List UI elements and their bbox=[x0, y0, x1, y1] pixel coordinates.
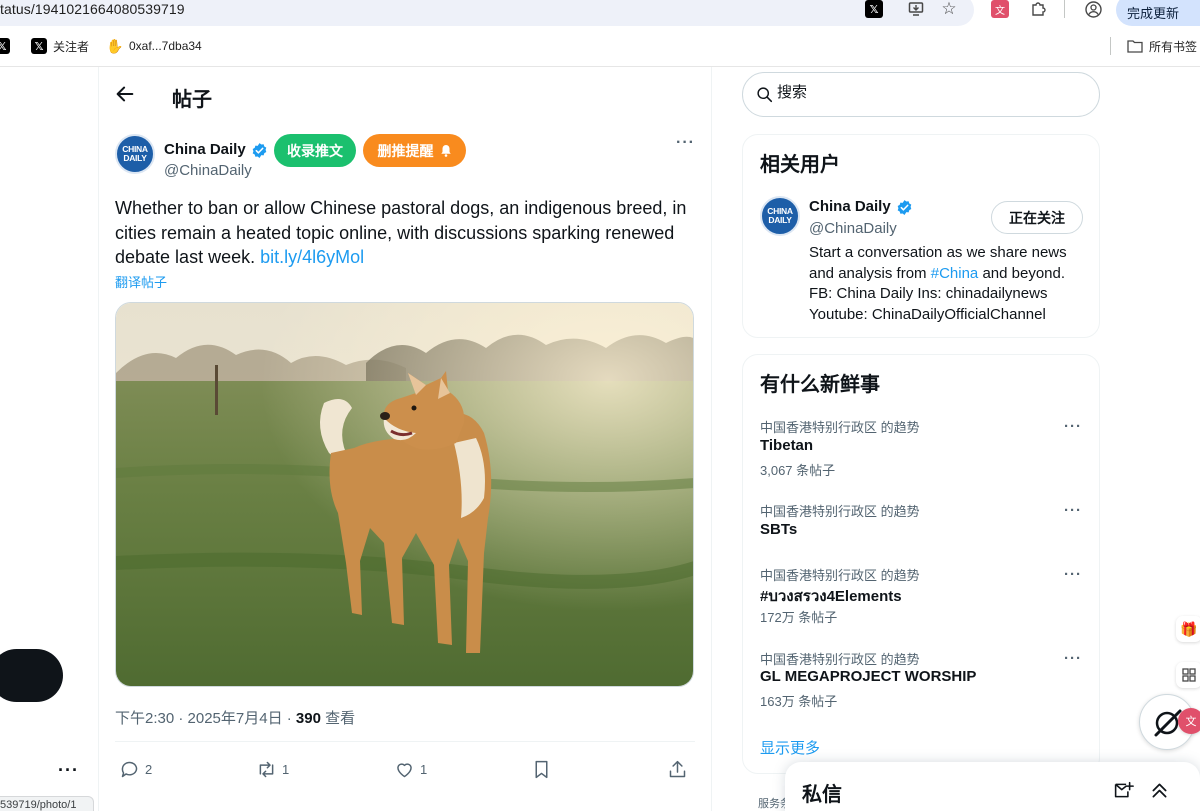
trend-count: 172万 条帖子 bbox=[760, 610, 838, 625]
reply-count: 2 bbox=[145, 761, 153, 777]
chrome-divider bbox=[0, 66, 1200, 67]
author-name[interactable]: China Daily bbox=[164, 141, 246, 158]
trend-more-icon[interactable]: ··· bbox=[1064, 566, 1082, 583]
x-logo-icon: 𝕏 bbox=[0, 38, 10, 54]
apps-grid-icon[interactable] bbox=[1176, 662, 1200, 688]
column-divider-left bbox=[98, 67, 99, 811]
bookmark-item-wallet[interactable]: ✋ 0xaf...7dba34 bbox=[106, 37, 202, 55]
bookmark-label: 关注者 bbox=[53, 39, 90, 54]
bell-icon bbox=[440, 145, 451, 157]
extensions-puzzle-icon[interactable] bbox=[1029, 0, 1047, 18]
bookmark-item-followers[interactable]: 𝕏 关注者 bbox=[31, 37, 89, 55]
browser-toolbar: tatus/1941021664080539719 𝕏 ☆ 文 完成更新 bbox=[0, 0, 1200, 32]
reply-icon bbox=[121, 761, 138, 777]
delete-reminder-button[interactable]: 删推提醒 bbox=[363, 134, 466, 167]
reply-button[interactable]: 2 bbox=[119, 758, 152, 780]
views-label: 查看 bbox=[320, 710, 356, 727]
tweet-meta: 下午2:30 · 2025年7月4日 · 390 查看 bbox=[115, 707, 355, 728]
collect-tweet-button[interactable]: 收录推文 bbox=[274, 134, 356, 167]
bookmark-button[interactable] bbox=[531, 758, 557, 780]
meta-divider bbox=[115, 741, 695, 742]
search-icon bbox=[757, 87, 773, 103]
trend-name[interactable]: Tibetan bbox=[760, 437, 813, 454]
verified-badge-icon bbox=[252, 143, 267, 158]
show-more-link[interactable]: 显示更多 bbox=[760, 737, 820, 758]
related-users-title: 相关用户 bbox=[760, 154, 840, 176]
verified-badge-icon bbox=[897, 200, 912, 215]
trend-more-icon[interactable]: ··· bbox=[1064, 650, 1082, 667]
bookmarks-divider bbox=[1110, 37, 1111, 55]
trend-name[interactable]: #บวงสรวง4Elements bbox=[760, 584, 902, 608]
avatar[interactable]: CHINA DAILY bbox=[115, 134, 155, 174]
like-count: 1 bbox=[420, 761, 428, 777]
link-status-bar: 539719/photo/1 bbox=[0, 796, 94, 811]
tweet-link[interactable]: bit.ly/4l6yMol bbox=[260, 247, 364, 267]
related-user-name[interactable]: China Daily bbox=[809, 198, 891, 215]
like-button[interactable]: 1 bbox=[394, 758, 427, 780]
related-user-bio: Start a conversation as we share news an… bbox=[809, 244, 1067, 323]
translate-float-icon[interactable]: 文 bbox=[1178, 708, 1200, 734]
page-title: 帖子 bbox=[172, 89, 212, 111]
profile-icon[interactable] bbox=[1084, 0, 1102, 18]
expand-chevron-icon[interactable] bbox=[1149, 780, 1170, 801]
tweet-timestamp[interactable]: 下午2:30 · 2025年7月4日 · bbox=[115, 710, 296, 727]
x-logo-icon: 𝕏 bbox=[31, 38, 47, 54]
share-button[interactable] bbox=[667, 758, 693, 780]
trend-more-icon[interactable]: ··· bbox=[1064, 502, 1082, 519]
trends-title: 有什么新鲜事 bbox=[760, 374, 880, 396]
messages-drawer[interactable] bbox=[785, 762, 1200, 811]
author-handle[interactable]: @ChinaDaily bbox=[164, 162, 252, 179]
gift-icon[interactable]: 🎁 bbox=[1176, 616, 1200, 642]
retweet-button[interactable]: 1 bbox=[256, 758, 289, 780]
tweet-more-icon[interactable]: ··· bbox=[676, 134, 695, 152]
bookmarks-bar: 𝕏 𝕏 关注者 ✋ 0xaf...7dba34 所有书签 bbox=[0, 32, 1200, 62]
trend-count: 163万 条帖子 bbox=[760, 694, 838, 709]
trend-context: 中国香港特别行政区 的趋势 bbox=[760, 420, 920, 435]
new-message-icon[interactable] bbox=[1113, 780, 1134, 801]
share-icon bbox=[669, 760, 686, 777]
retweet-icon bbox=[259, 761, 274, 777]
retweet-count: 1 bbox=[282, 761, 290, 777]
trend-name[interactable]: SBTs bbox=[760, 521, 797, 538]
hand-icon: ✋ bbox=[106, 37, 124, 54]
avatar[interactable]: CHINA DAILY bbox=[760, 196, 800, 236]
trend-context: 中国香港特别行政区 的趋势 bbox=[760, 652, 920, 667]
back-arrow-icon[interactable] bbox=[114, 83, 136, 105]
star-bookmark-icon[interactable]: ☆ bbox=[940, 0, 958, 18]
translate-extension-icon[interactable]: 文 bbox=[991, 0, 1009, 18]
tweet-text: Whether to ban or allow Chinese pastoral… bbox=[115, 198, 687, 267]
tweet-photo[interactable] bbox=[115, 302, 694, 687]
toolbar-divider bbox=[1064, 0, 1065, 18]
all-bookmarks-label: 所有书签 bbox=[1149, 39, 1198, 54]
address-bar-url[interactable]: tatus/1941021664080539719 bbox=[0, 1, 185, 17]
update-button[interactable]: 完成更新 bbox=[1116, 0, 1200, 26]
messages-title: 私信 bbox=[802, 784, 842, 806]
trend-context: 中国香港特别行政区 的趋势 bbox=[760, 568, 920, 583]
account-more-icon[interactable]: ··· bbox=[58, 760, 79, 781]
view-count: 390 bbox=[295, 710, 321, 727]
translate-post-link[interactable]: 翻译帖子 bbox=[115, 272, 167, 291]
search-input[interactable] bbox=[777, 84, 1077, 101]
hashtag-link[interactable]: #China bbox=[931, 265, 979, 282]
install-app-icon[interactable] bbox=[907, 0, 925, 18]
all-bookmarks-folder[interactable]: 所有书签 bbox=[1127, 37, 1197, 55]
following-button[interactable]: 正在关注 bbox=[991, 201, 1083, 234]
bookmark-icon bbox=[535, 760, 548, 778]
x-extension-icon[interactable]: 𝕏 bbox=[865, 0, 883, 18]
related-user-handle[interactable]: @ChinaDaily bbox=[809, 220, 897, 237]
trend-name[interactable]: GL MEGAPROJECT WORSHIP bbox=[760, 668, 976, 685]
trend-context: 中国香港特别行政区 的趋势 bbox=[760, 504, 920, 519]
folder-icon bbox=[1127, 38, 1143, 54]
trend-more-icon[interactable]: ··· bbox=[1064, 418, 1082, 435]
heart-icon bbox=[397, 762, 412, 777]
column-divider-right bbox=[711, 67, 712, 811]
trend-count: 3,067 条帖子 bbox=[760, 463, 836, 478]
bookmark-label: 0xaf...7dba34 bbox=[129, 39, 202, 53]
dog-photo-image bbox=[116, 303, 693, 686]
bookmark-item[interactable]: 𝕏 bbox=[0, 37, 16, 55]
post-button[interactable] bbox=[0, 649, 63, 702]
